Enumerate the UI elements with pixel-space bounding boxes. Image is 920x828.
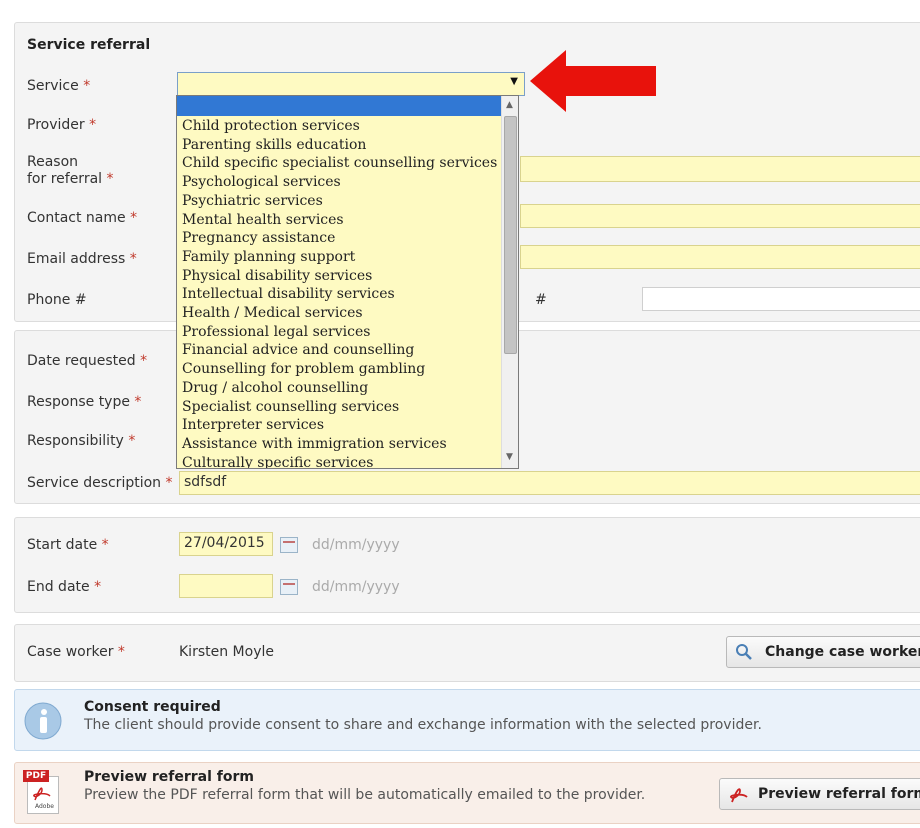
end-date-label: End date * — [27, 579, 102, 595]
dropdown-option[interactable]: Assistance with immigration services — [182, 435, 497, 454]
preview-text: Preview the PDF referral form that will … — [84, 787, 646, 803]
dropdown-option[interactable]: Health / Medical services — [182, 304, 497, 323]
dropdown-option[interactable]: Physical disability services — [182, 267, 497, 286]
dropdown-options: Child protection services Parenting skill… — [182, 117, 497, 468]
phone-label: Phone # — [27, 292, 87, 308]
service-description-input[interactable]: sdfsdf — [179, 471, 920, 495]
service-description-label: Service description * — [27, 475, 173, 491]
dropdown-option[interactable]: Counselling for problem gambling — [182, 360, 497, 379]
dropdown-option[interactable]: Intellectual disability services — [182, 285, 497, 304]
start-date-value: 27/04/2015 — [184, 535, 265, 551]
email-input[interactable] — [520, 245, 920, 269]
adobe-label: Adobe — [35, 803, 54, 810]
response-type-label: Response type * — [27, 394, 142, 410]
preview-title: Preview referral form — [84, 769, 255, 785]
dropdown-option[interactable]: Family planning support — [182, 248, 497, 267]
service-label: Service * — [27, 78, 91, 94]
dropdown-option[interactable]: Psychiatric services — [182, 192, 497, 211]
start-date-format-hint: dd/mm/yyyy — [312, 537, 400, 553]
contact-name-input[interactable] — [520, 204, 920, 228]
date-requested-label: Date requested * — [27, 353, 148, 369]
dropdown-option[interactable]: Parenting skills education — [182, 136, 497, 155]
dropdown-option[interactable]: Mental health services — [182, 211, 497, 230]
service-description-value: sdfsdf — [184, 474, 227, 490]
case-worker-name: Kirsten Moyle — [179, 644, 274, 660]
service-dropdown-list[interactable]: Child protection services Parenting skill… — [176, 95, 519, 469]
end-date-input[interactable] — [179, 574, 273, 598]
change-case-worker-button[interactable]: Change case worker — [726, 636, 920, 668]
reason-label: Reason for referral * — [27, 154, 114, 187]
email-label: Email address * — [27, 251, 137, 267]
consent-text: The client should provide consent to sha… — [84, 717, 762, 733]
phone2-label: # — [535, 292, 547, 308]
preview-referral-form-button[interactable]: Preview referral form — [719, 778, 920, 810]
dropdown-option[interactable]: Specialist counselling services — [182, 398, 497, 417]
service-select[interactable]: ▼ — [177, 72, 525, 96]
dropdown-option[interactable]: Psychological services — [182, 173, 497, 192]
change-case-worker-label: Change case worker — [765, 644, 920, 660]
info-icon — [24, 702, 62, 740]
contact-name-label: Contact name * — [27, 210, 138, 226]
chevron-down-icon[interactable]: ▼ — [510, 76, 518, 87]
calendar-icon[interactable] — [280, 537, 298, 553]
start-date-input[interactable]: 27/04/2015 — [179, 532, 273, 556]
pdf-acrobat-icon — [730, 788, 748, 803]
preview-referral-form-label: Preview referral form — [758, 786, 920, 802]
consent-panel: Consent required The client should provi… — [14, 689, 920, 751]
dropdown-option[interactable]: Child protection services — [182, 117, 497, 136]
end-date-format-hint: dd/mm/yyyy — [312, 579, 400, 595]
preview-panel: PDF Adobe Preview referral form Preview … — [14, 762, 920, 824]
reason-input[interactable] — [520, 156, 920, 182]
responsibility-label: Responsibility * — [27, 433, 136, 449]
dropdown-option[interactable]: Financial advice and counselling — [182, 341, 497, 360]
provider-label: Provider * — [27, 117, 97, 133]
magnifier-icon — [736, 644, 752, 660]
dropdown-option[interactable]: Interpreter services — [182, 416, 497, 435]
dropdown-option[interactable]: Pregnancy assistance — [182, 229, 497, 248]
dropdown-option[interactable]: Culturally specific services — [182, 454, 497, 468]
dropdown-empty-option-highlighted[interactable] — [177, 96, 502, 116]
scrollbar-thumb[interactable] — [504, 116, 517, 354]
dropdown-scrollbar[interactable]: ▲ ▼ — [501, 96, 518, 468]
scroll-up-arrow-icon[interactable]: ▲ — [506, 100, 513, 110]
section-heading: Service referral — [27, 37, 151, 53]
dropdown-option[interactable]: Professional legal services — [182, 323, 497, 342]
phone2-input[interactable] — [642, 287, 920, 311]
pdf-document-icon: PDF Adobe — [23, 770, 59, 814]
pdf-badge: PDF — [23, 770, 49, 782]
case-worker-panel: Case worker * Kirsten Moyle Change case … — [14, 624, 920, 682]
scroll-down-arrow-icon[interactable]: ▼ — [506, 452, 513, 462]
case-worker-label: Case worker * — [27, 644, 125, 660]
calendar-icon[interactable] — [280, 579, 298, 595]
dates-panel: Start date * 27/04/2015 dd/mm/yyyy End d… — [14, 517, 920, 613]
start-date-label: Start date * — [27, 537, 109, 553]
red-arrow-icon — [530, 50, 656, 112]
adobe-acrobat-icon — [33, 787, 51, 801]
dropdown-option[interactable]: Child specific specialist counselling se… — [182, 154, 497, 173]
dropdown-option[interactable]: Drug / alcohol counselling — [182, 379, 497, 398]
consent-title: Consent required — [84, 699, 221, 715]
